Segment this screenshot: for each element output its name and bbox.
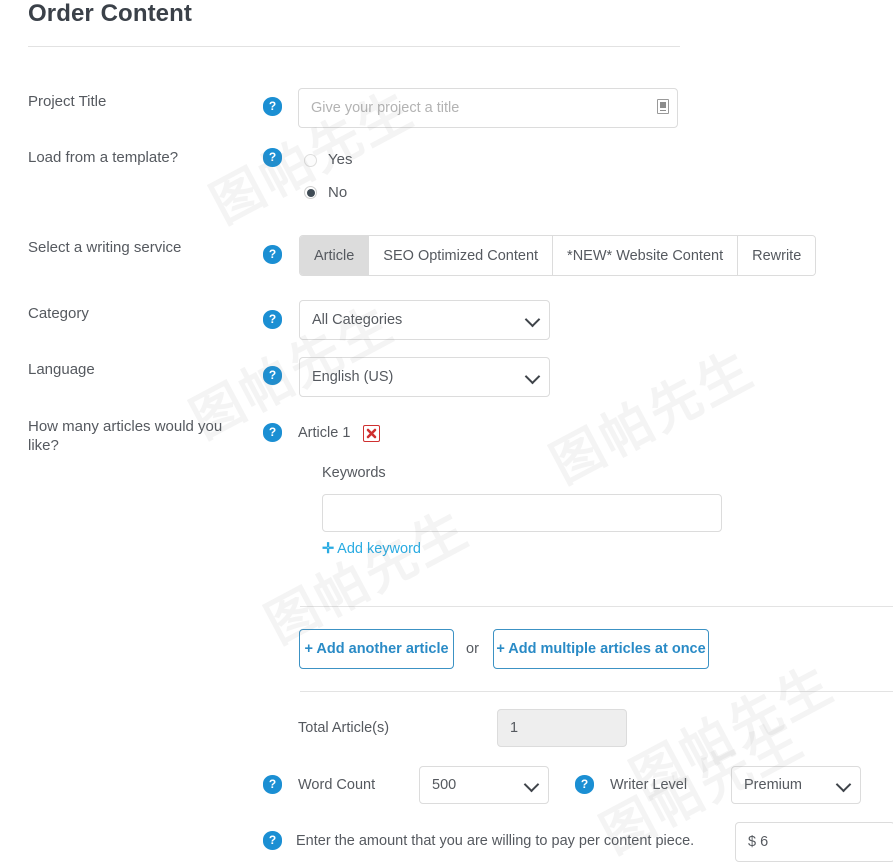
- project-title-help-icon[interactable]: ?: [263, 97, 282, 116]
- writer-level-value: Premium: [744, 777, 803, 793]
- tab-seo-optimized[interactable]: SEO Optimized Content: [369, 236, 554, 275]
- tab-article[interactable]: Article: [300, 236, 370, 275]
- price-input[interactable]: $ 6: [735, 822, 893, 862]
- tab-website-content[interactable]: *NEW* Website Content: [553, 236, 739, 275]
- delete-x-icon[interactable]: [363, 425, 380, 442]
- project-title-input[interactable]: [298, 88, 678, 128]
- total-articles-label: Total Article(s): [298, 720, 390, 736]
- writer-level-select[interactable]: Premium: [731, 766, 861, 804]
- page-title: Order Content: [28, 0, 192, 27]
- chevron-down-icon: [835, 776, 852, 793]
- writer-level-label: Writer Level: [610, 777, 688, 793]
- add-keyword-link[interactable]: ✛ Add keyword: [322, 541, 421, 557]
- load-template-help-icon[interactable]: ?: [263, 148, 282, 167]
- radio-no[interactable]: [304, 186, 317, 199]
- writing-service-tabs: Article SEO Optimized Content *NEW* Webs…: [299, 235, 817, 276]
- price-help-icon[interactable]: ?: [263, 831, 282, 850]
- category-label: Category: [28, 305, 89, 322]
- word-count-label: Word Count: [298, 777, 376, 793]
- articles-count-label: How many articles would you like?: [28, 418, 223, 454]
- radio-yes-label[interactable]: Yes: [328, 151, 352, 168]
- writing-service-help-icon[interactable]: ?: [263, 245, 282, 264]
- language-help-icon[interactable]: ?: [263, 366, 282, 385]
- radio-yes[interactable]: [304, 154, 317, 167]
- tab-rewrite[interactable]: Rewrite: [738, 236, 816, 275]
- writing-service-label: Select a writing service: [28, 239, 182, 256]
- total-articles-input: 1: [497, 709, 627, 747]
- plus-icon: ✛: [322, 541, 335, 557]
- resize-grip-icon[interactable]: [657, 99, 669, 114]
- language-select-value: English (US): [312, 369, 394, 385]
- word-count-select[interactable]: 500: [419, 766, 549, 804]
- writer-level-help-icon[interactable]: ?: [575, 775, 594, 794]
- add-keyword-label: Add keyword: [337, 541, 421, 557]
- keywords-label: Keywords: [322, 465, 386, 481]
- category-help-icon[interactable]: ?: [263, 310, 282, 329]
- radio-no-label[interactable]: No: [328, 184, 347, 201]
- language-label: Language: [28, 361, 95, 378]
- or-label: or: [466, 641, 479, 657]
- chevron-down-icon: [523, 776, 540, 793]
- project-title-label: Project Title: [28, 93, 107, 110]
- add-multiple-articles-button[interactable]: + Add multiple articles at once: [493, 629, 709, 669]
- category-select-value: All Categories: [312, 312, 403, 328]
- category-select[interactable]: All Categories: [299, 300, 550, 340]
- section-divider-2: [300, 691, 893, 692]
- price-label: Enter the amount that you are willing to…: [296, 833, 695, 849]
- word-count-value: 500: [432, 777, 457, 793]
- language-select[interactable]: English (US): [299, 357, 550, 397]
- load-template-label: Load from a template?: [28, 149, 179, 166]
- add-another-article-button[interactable]: + Add another article: [299, 629, 454, 669]
- keywords-input[interactable]: [322, 494, 722, 532]
- title-divider: [28, 46, 680, 47]
- chevron-down-icon: [524, 311, 541, 328]
- article-1-title: Article 1: [298, 425, 351, 441]
- chevron-down-icon: [524, 368, 541, 385]
- section-divider-1: [300, 606, 893, 607]
- articles-help-icon[interactable]: ?: [263, 423, 282, 442]
- watermark-text: 图帕先生: [541, 339, 764, 496]
- word-count-help-icon[interactable]: ?: [263, 775, 282, 794]
